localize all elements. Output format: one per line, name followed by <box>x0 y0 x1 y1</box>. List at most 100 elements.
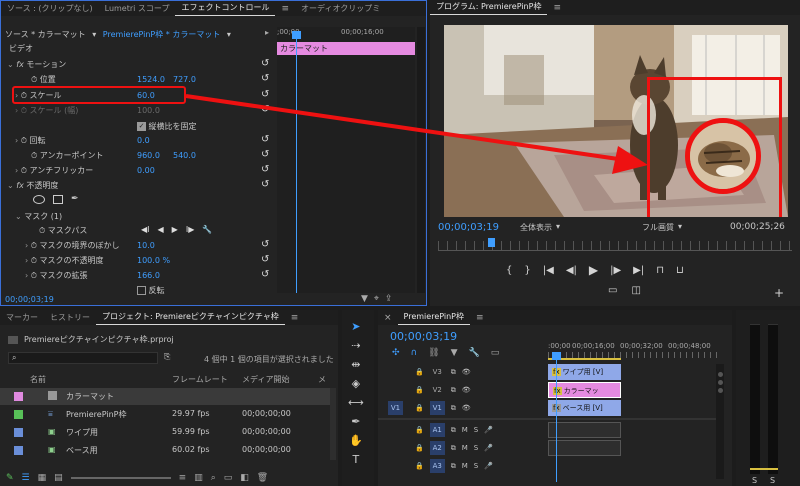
new-bin-icon[interactable]: ▭ <box>224 473 233 483</box>
col-name[interactable]: 名前 <box>30 374 46 385</box>
mask-opacity-value[interactable]: 100.0 % <box>137 256 170 265</box>
track-name[interactable]: A3 <box>429 459 445 473</box>
ripple-edit-tool-icon[interactable]: ⇹ <box>348 358 364 371</box>
source-patch[interactable]: V1 <box>388 401 403 415</box>
prev-frame-icon[interactable]: ◀ <box>158 225 164 234</box>
eye-icon[interactable]: 👁 <box>462 386 471 394</box>
nest-icon[interactable]: ✣ <box>392 348 400 358</box>
pen-tool-icon[interactable]: ✒ <box>348 415 364 428</box>
play-only-icon[interactable]: ▸ <box>265 28 269 37</box>
filter-icon[interactable]: ▼ <box>361 294 368 304</box>
clip-wipe-v3[interactable]: fxワイプ用 [V] <box>548 364 621 380</box>
extract-icon[interactable]: ⊔ <box>676 265 684 276</box>
comparison-view-icon[interactable]: ▭ <box>608 285 617 296</box>
lock-icon[interactable]: 🔒 <box>415 444 424 452</box>
col-more[interactable]: メ <box>318 374 326 385</box>
export-frame-icon[interactable]: ◫ <box>631 285 640 296</box>
reset-icon[interactable]: ↺ <box>261 58 269 69</box>
lock-icon[interactable]: 🔒 <box>415 426 424 434</box>
sync-lock-icon[interactable]: ⧉ <box>451 386 456 395</box>
reset-icon[interactable]: ↺ <box>261 134 269 145</box>
sync-lock-icon[interactable]: ⧉ <box>451 368 456 377</box>
solo-left-button[interactable]: S <box>752 476 757 485</box>
uniform-scale-checkbox[interactable]: ✓ <box>137 122 146 131</box>
label-swatch[interactable] <box>14 410 23 419</box>
reset-icon[interactable]: ↺ <box>261 239 269 250</box>
label-swatch[interactable] <box>14 428 23 437</box>
tab-project[interactable]: プロジェクト: Premiereピクチャインピクチャ枠 <box>96 310 285 325</box>
stopwatch-icon[interactable]: ⏱ <box>31 271 37 280</box>
effect-scrollbar[interactable] <box>417 27 425 293</box>
list-item[interactable]: カラーマット <box>0 388 330 405</box>
solo-button[interactable]: S <box>474 426 478 434</box>
next-frame-icon[interactable]: ▶ <box>172 225 178 234</box>
dropdown-icon[interactable]: ▾ <box>92 30 96 39</box>
clip-base-v1[interactable]: fxベース用 [V] <box>548 400 621 416</box>
mask-expansion-value[interactable]: 166.0 <box>137 271 160 280</box>
inverted-checkbox[interactable] <box>137 286 146 295</box>
opacity-row[interactable]: ⌄ fx 不透明度 <box>7 178 267 193</box>
dropdown-icon[interactable]: ▾ <box>227 30 231 39</box>
stopwatch-icon[interactable]: ⏱ <box>31 241 37 250</box>
type-tool-icon[interactable]: T <box>348 453 364 466</box>
reset-icon[interactable]: ↺ <box>261 149 269 160</box>
panel-menu-icon[interactable]: ≡ <box>285 313 305 323</box>
mic-icon[interactable]: 🎤 <box>484 444 493 452</box>
audio-clip-a2[interactable] <box>548 440 621 456</box>
reset-icon[interactable]: ↺ <box>261 89 269 100</box>
clip-color-matte-v2[interactable]: fx カラーマッ <box>548 382 621 398</box>
track-name[interactable]: A1 <box>429 423 445 437</box>
track-name[interactable]: V2 <box>430 383 445 397</box>
effect-timecode[interactable]: 00;00;03;19 <box>5 295 54 304</box>
sequence-tab[interactable]: PremierePinP枠 <box>397 310 471 325</box>
list-item[interactable]: ⩸ PremierePinP枠 29.97 fps 00;00;00;00 <box>0 406 330 423</box>
automate-icon[interactable]: ▥ <box>194 473 203 483</box>
mask-feather-value[interactable]: 10.0 <box>137 241 155 250</box>
sync-lock-icon[interactable]: ⧉ <box>451 426 456 435</box>
snap-icon[interactable]: ∩ <box>411 348 418 358</box>
mute-button[interactable]: M <box>462 426 468 434</box>
reset-icon[interactable]: ↺ <box>261 104 269 115</box>
stopwatch-icon[interactable]: ⏱ <box>31 151 37 160</box>
track-forward-icon[interactable]: I▶ <box>186 225 195 234</box>
timeline-playhead-handle[interactable] <box>552 352 561 360</box>
project-scrollbar[interactable] <box>330 388 336 460</box>
hand-tool-icon[interactable]: ✋ <box>348 434 364 447</box>
razor-tool-icon[interactable]: ◈ <box>348 377 364 390</box>
lock-icon[interactable]: 🔒 <box>415 404 424 412</box>
anchor-x[interactable]: 960.0 <box>137 151 160 160</box>
tab-history[interactable]: ヒストリー <box>44 310 96 325</box>
stopwatch-icon[interactable]: ⏱ <box>21 166 27 175</box>
mark-in-icon[interactable]: { <box>506 265 512 276</box>
position-y[interactable]: 727.0 <box>173 75 196 84</box>
reset-icon[interactable]: ↺ <box>261 164 269 175</box>
list-item[interactable]: ▣ ワイプ用 59.99 fps 00;00;00;00 <box>0 424 330 441</box>
wrench-icon[interactable]: 🔧 <box>202 225 212 234</box>
program-title[interactable]: プログラム: PremierePinP枠 <box>430 0 548 15</box>
playhead-line[interactable] <box>296 33 297 293</box>
slip-tool-icon[interactable]: ⟷ <box>348 396 364 409</box>
tab-effect-controls[interactable]: エフェクトコントロール <box>175 1 276 16</box>
label-swatch[interactable] <box>14 392 23 401</box>
timeline-timecode[interactable]: 00;00;03;19 <box>390 330 457 343</box>
tab-lumetri-scopes[interactable]: Lumetri スコープ <box>99 1 176 16</box>
trash-icon[interactable]: 🗑 <box>257 473 268 483</box>
sync-lock-icon[interactable]: ⧉ <box>451 404 456 413</box>
solo-button[interactable]: S <box>474 444 478 452</box>
play-button[interactable]: ▶ <box>589 263 598 277</box>
icon-view-icon[interactable]: ▦ <box>38 473 47 483</box>
track-name[interactable]: V1 <box>429 401 445 415</box>
stopwatch-icon[interactable]: ⏱ <box>31 256 37 265</box>
mark-out-icon[interactable]: } <box>524 265 530 276</box>
lock-icon[interactable]: 🔒 <box>415 368 424 376</box>
tab-source[interactable]: ソース : (クリップなし) <box>1 1 99 16</box>
clip-bar[interactable]: カラーマット <box>277 42 415 55</box>
reset-icon[interactable]: ↺ <box>261 254 269 265</box>
mute-button[interactable]: M <box>462 462 468 470</box>
settings-wrench-icon[interactable]: 🔧 <box>469 348 480 358</box>
anchor-y[interactable]: 540.0 <box>173 151 196 160</box>
rectangle-mask-icon[interactable] <box>53 194 63 204</box>
step-forward-icon[interactable]: |▶ <box>610 265 621 276</box>
list-view-icon[interactable]: ☰ <box>22 473 30 483</box>
playhead-handle[interactable] <box>292 31 301 39</box>
